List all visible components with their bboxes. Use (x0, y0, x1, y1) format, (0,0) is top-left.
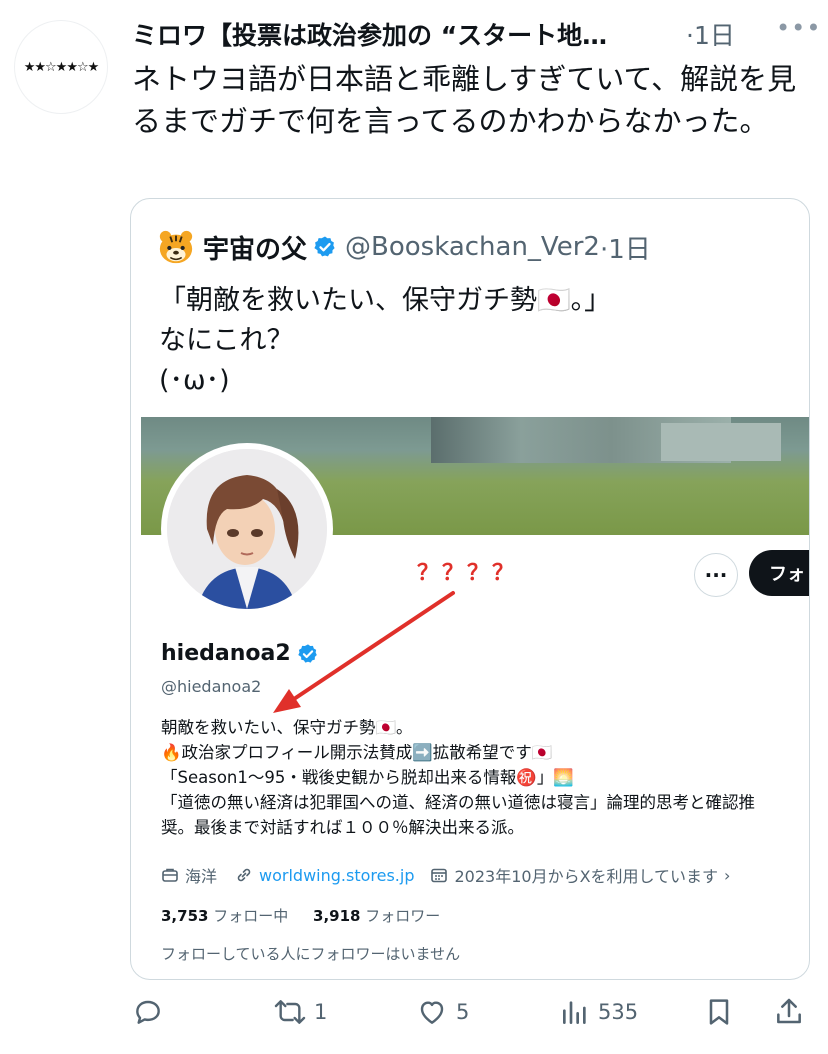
quote-author-name[interactable]: 宇宙の父 (203, 229, 307, 266)
post-timestamp[interactable]: ·1日 (686, 16, 735, 52)
views-button[interactable]: 535 (560, 996, 638, 1028)
profile-name: hiedanoa2 (161, 641, 291, 666)
followers-label[interactable]: フォロワー (360, 907, 440, 925)
verified-badge-icon (314, 236, 335, 257)
quote-timestamp[interactable]: ·1日 (600, 229, 651, 266)
post-action-bar: 1 5 535 (132, 996, 812, 1040)
heart-icon (420, 1001, 444, 1024)
bar-chart-icon (563, 1001, 586, 1024)
profile-location: 海洋 (185, 867, 218, 886)
quote-author-handle[interactable]: @Booskachan_Ver2 (345, 232, 600, 262)
calendar-icon (431, 868, 448, 883)
profile-bio: 朝敵を救いたい、保守ガチ勢🇯🇵。 🔥政治家プロフィール開示法賛成➡️拡散希望です… (161, 715, 809, 840)
quote-text: 「朝敵を救いたい、保守ガチ勢🇯🇵。」 なにこれ？ (･ω･) (159, 281, 779, 401)
quote-media-image[interactable]: ··· フォ ？？？？ hiedanoa2 @hiedanoa2 朝敵を救いたい… (141, 417, 809, 979)
verified-badge-icon (297, 643, 317, 663)
profile-meta: 海洋 worldwing.stores.jp 2023年10月からXを利用してい… (161, 863, 730, 887)
bio-line: 🔥政治家プロフィール開示法賛成➡️拡散希望です🇯🇵 (161, 743, 553, 762)
author-avatar[interactable]: ★★☆★★☆★ (14, 20, 108, 114)
more-horizontal-icon[interactable]: ••• (776, 14, 821, 42)
link-icon (237, 868, 251, 882)
profile-counts: 3,753 フォロー中 3,918 フォロワー (161, 905, 440, 926)
briefcase-icon (162, 868, 178, 882)
quote-text-line: 「朝敵を救いたい、保守ガチ勢🇯🇵。」 (159, 285, 612, 316)
following-label[interactable]: フォロー中 (208, 907, 288, 925)
like-button[interactable]: 5 (416, 996, 469, 1028)
quoted-post-card[interactable]: 宇宙の父 @Booskachan_Ver2 ·1日 「朝敵を救いたい、保守ガチ勢… (130, 198, 810, 980)
tiger-face-emoji-icon (159, 230, 193, 264)
joined-item: 2023年10月からXを利用しています › (430, 863, 730, 887)
profile-joined: 2023年10月からXを利用しています (454, 867, 719, 886)
red-arrow-annotation-icon (273, 591, 455, 713)
profile-link[interactable]: worldwing.stores.jp (259, 866, 414, 885)
quote-text-line: (･ω･) (159, 365, 230, 396)
retweet-icon (274, 1000, 306, 1024)
bio-line: 「Season1〜95・戦後史観から脱却出来る情報㊗️」🌅 (161, 768, 574, 787)
share-icon (777, 998, 801, 1024)
bio-line: 奨。最後まで対話すれば１００％解決出来る派。 (161, 818, 524, 837)
retweet-button[interactable]: 1 (272, 996, 327, 1028)
bio-line: 「道徳の無い経済は犯罪国への道、経済の無い道徳は寝言」論理的思考と確認推 (161, 793, 755, 812)
location-item: 海洋 (161, 863, 217, 887)
post-text: ネトウヨ語が日本語と乖離しすぎていて、解説を見るまでガチで何を言ってるのかわから… (132, 62, 797, 138)
following-count[interactable]: 3,753 (161, 907, 208, 925)
author-name[interactable]: ミロワ【投票は政治参加の “スタート地… (132, 16, 687, 52)
chevron-right-icon: › (724, 865, 731, 885)
followers-count[interactable]: 3,918 (313, 907, 360, 925)
bookmark-button[interactable] (704, 996, 734, 1028)
bookmark-icon (709, 999, 729, 1025)
like-count: 5 (456, 1000, 470, 1024)
view-count: 535 (598, 1000, 639, 1024)
avatar-logo: ★★☆★★☆★ (23, 59, 100, 75)
bio-line: 朝敵を救いたい、保守ガチ勢🇯🇵。 (161, 718, 413, 737)
profile-name-row: hiedanoa2 (161, 641, 327, 666)
share-button[interactable] (774, 996, 804, 1028)
quote-text-line: なにこれ？ (159, 325, 294, 356)
retweet-count: 1 (314, 1000, 328, 1024)
mutual-followers-note: フォローしている人にフォロワーはいません (161, 945, 461, 963)
profile-handle: @hiedanoa2 (161, 677, 262, 696)
reply-icon (136, 1000, 160, 1024)
link-item[interactable]: worldwing.stores.jp (235, 866, 414, 885)
reply-button[interactable] (132, 996, 164, 1028)
quote-header: 宇宙の父 @Booskachan_Ver2 ·1日 (157, 227, 651, 267)
